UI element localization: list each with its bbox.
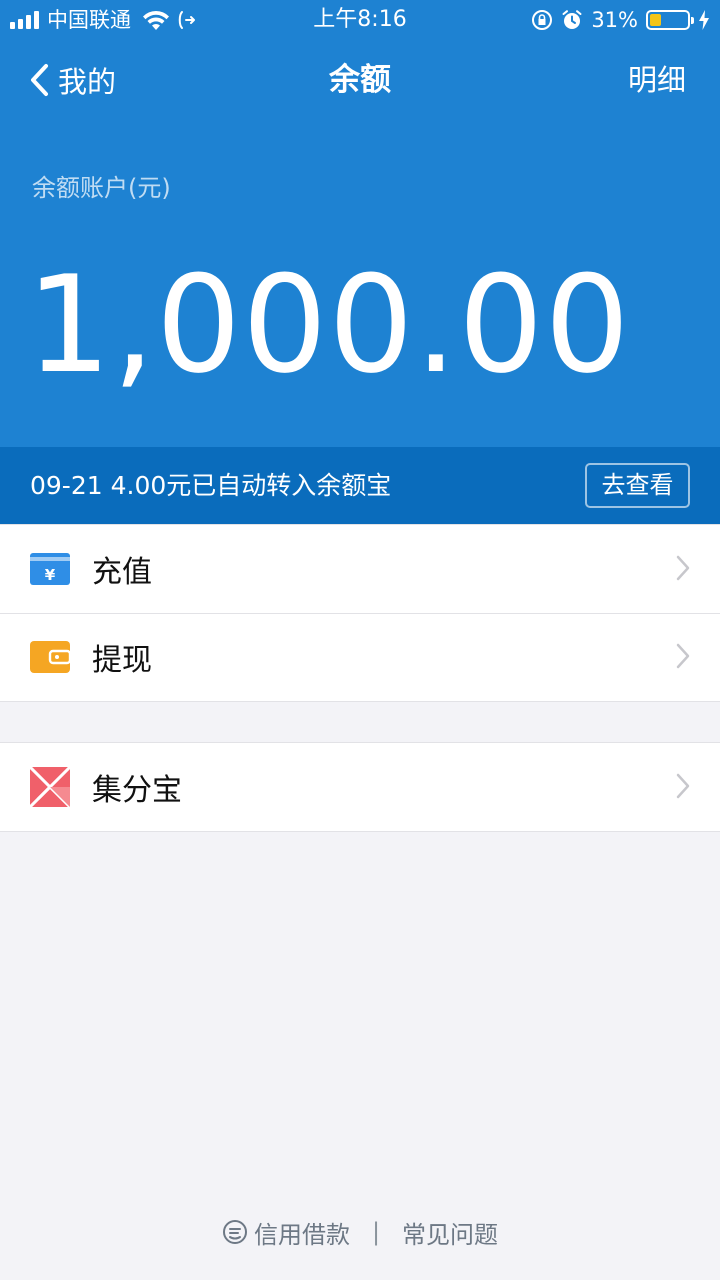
battery-percentage: 31% bbox=[591, 8, 638, 32]
credit-loan-logo-icon bbox=[222, 1220, 247, 1244]
balance-screen: 中国联通 上午8:16 31% 我的 余额 明细 余额账户(元) 1,000.0… bbox=[0, 0, 720, 1280]
recharge-icon: ¥ bbox=[30, 553, 70, 585]
rotation-lock-icon bbox=[532, 10, 553, 30]
recharge-item[interactable]: ¥ 充值 bbox=[0, 525, 720, 613]
status-right: 31% bbox=[531, 6, 710, 34]
back-button-label: 我的 bbox=[58, 65, 117, 99]
funds-menu: ¥ 充值 提现 bbox=[0, 524, 720, 702]
svg-text:¥: ¥ bbox=[45, 566, 56, 584]
faq-link[interactable]: 常见问题 bbox=[402, 1215, 498, 1250]
balance-account-label: 余额账户(元) bbox=[32, 174, 171, 202]
chevron-right-icon bbox=[676, 773, 690, 799]
jifenbao-icon bbox=[30, 767, 70, 807]
status-bar: 中国联通 上午8:16 31% bbox=[0, 0, 720, 40]
withdraw-item[interactable]: 提现 bbox=[0, 613, 720, 701]
view-button[interactable]: 去查看 bbox=[585, 463, 690, 508]
footer-separator: | bbox=[371, 1218, 381, 1246]
balance-header: 中国联通 上午8:16 31% 我的 余额 明细 余额账户(元) 1,000.0… bbox=[0, 0, 720, 447]
jifenbao-label: 集分宝 bbox=[92, 773, 182, 808]
battery-icon bbox=[646, 10, 694, 30]
auto-transfer-notice: 09-21 4.00元已自动转入余额宝 去查看 bbox=[0, 447, 720, 524]
alarm-clock-icon bbox=[562, 10, 582, 29]
credit-loan-link[interactable]: 信用借款 bbox=[254, 1215, 350, 1250]
points-menu: 集分宝 bbox=[0, 742, 720, 832]
back-button[interactable]: 我的 bbox=[28, 50, 116, 110]
withdraw-label: 提现 bbox=[92, 643, 152, 678]
back-chevron-icon bbox=[31, 64, 48, 96]
chevron-right-icon bbox=[676, 643, 690, 669]
footer-links: 信用借款 | 常见问题 bbox=[0, 1210, 720, 1254]
details-button[interactable]: 明细 bbox=[628, 50, 686, 110]
withdraw-wallet-icon bbox=[30, 641, 70, 673]
recharge-label: 充值 bbox=[92, 555, 152, 590]
balance-amount: 1,000.00 bbox=[26, 247, 631, 403]
navigation-bar: 我的 余额 明细 bbox=[0, 50, 720, 110]
charging-bolt-icon bbox=[699, 10, 709, 30]
battery-level bbox=[650, 14, 661, 26]
notice-text: 09-21 4.00元已自动转入余额宝 bbox=[30, 471, 392, 500]
chevron-right-icon bbox=[676, 555, 690, 581]
jifenbao-item[interactable]: 集分宝 bbox=[0, 743, 720, 831]
